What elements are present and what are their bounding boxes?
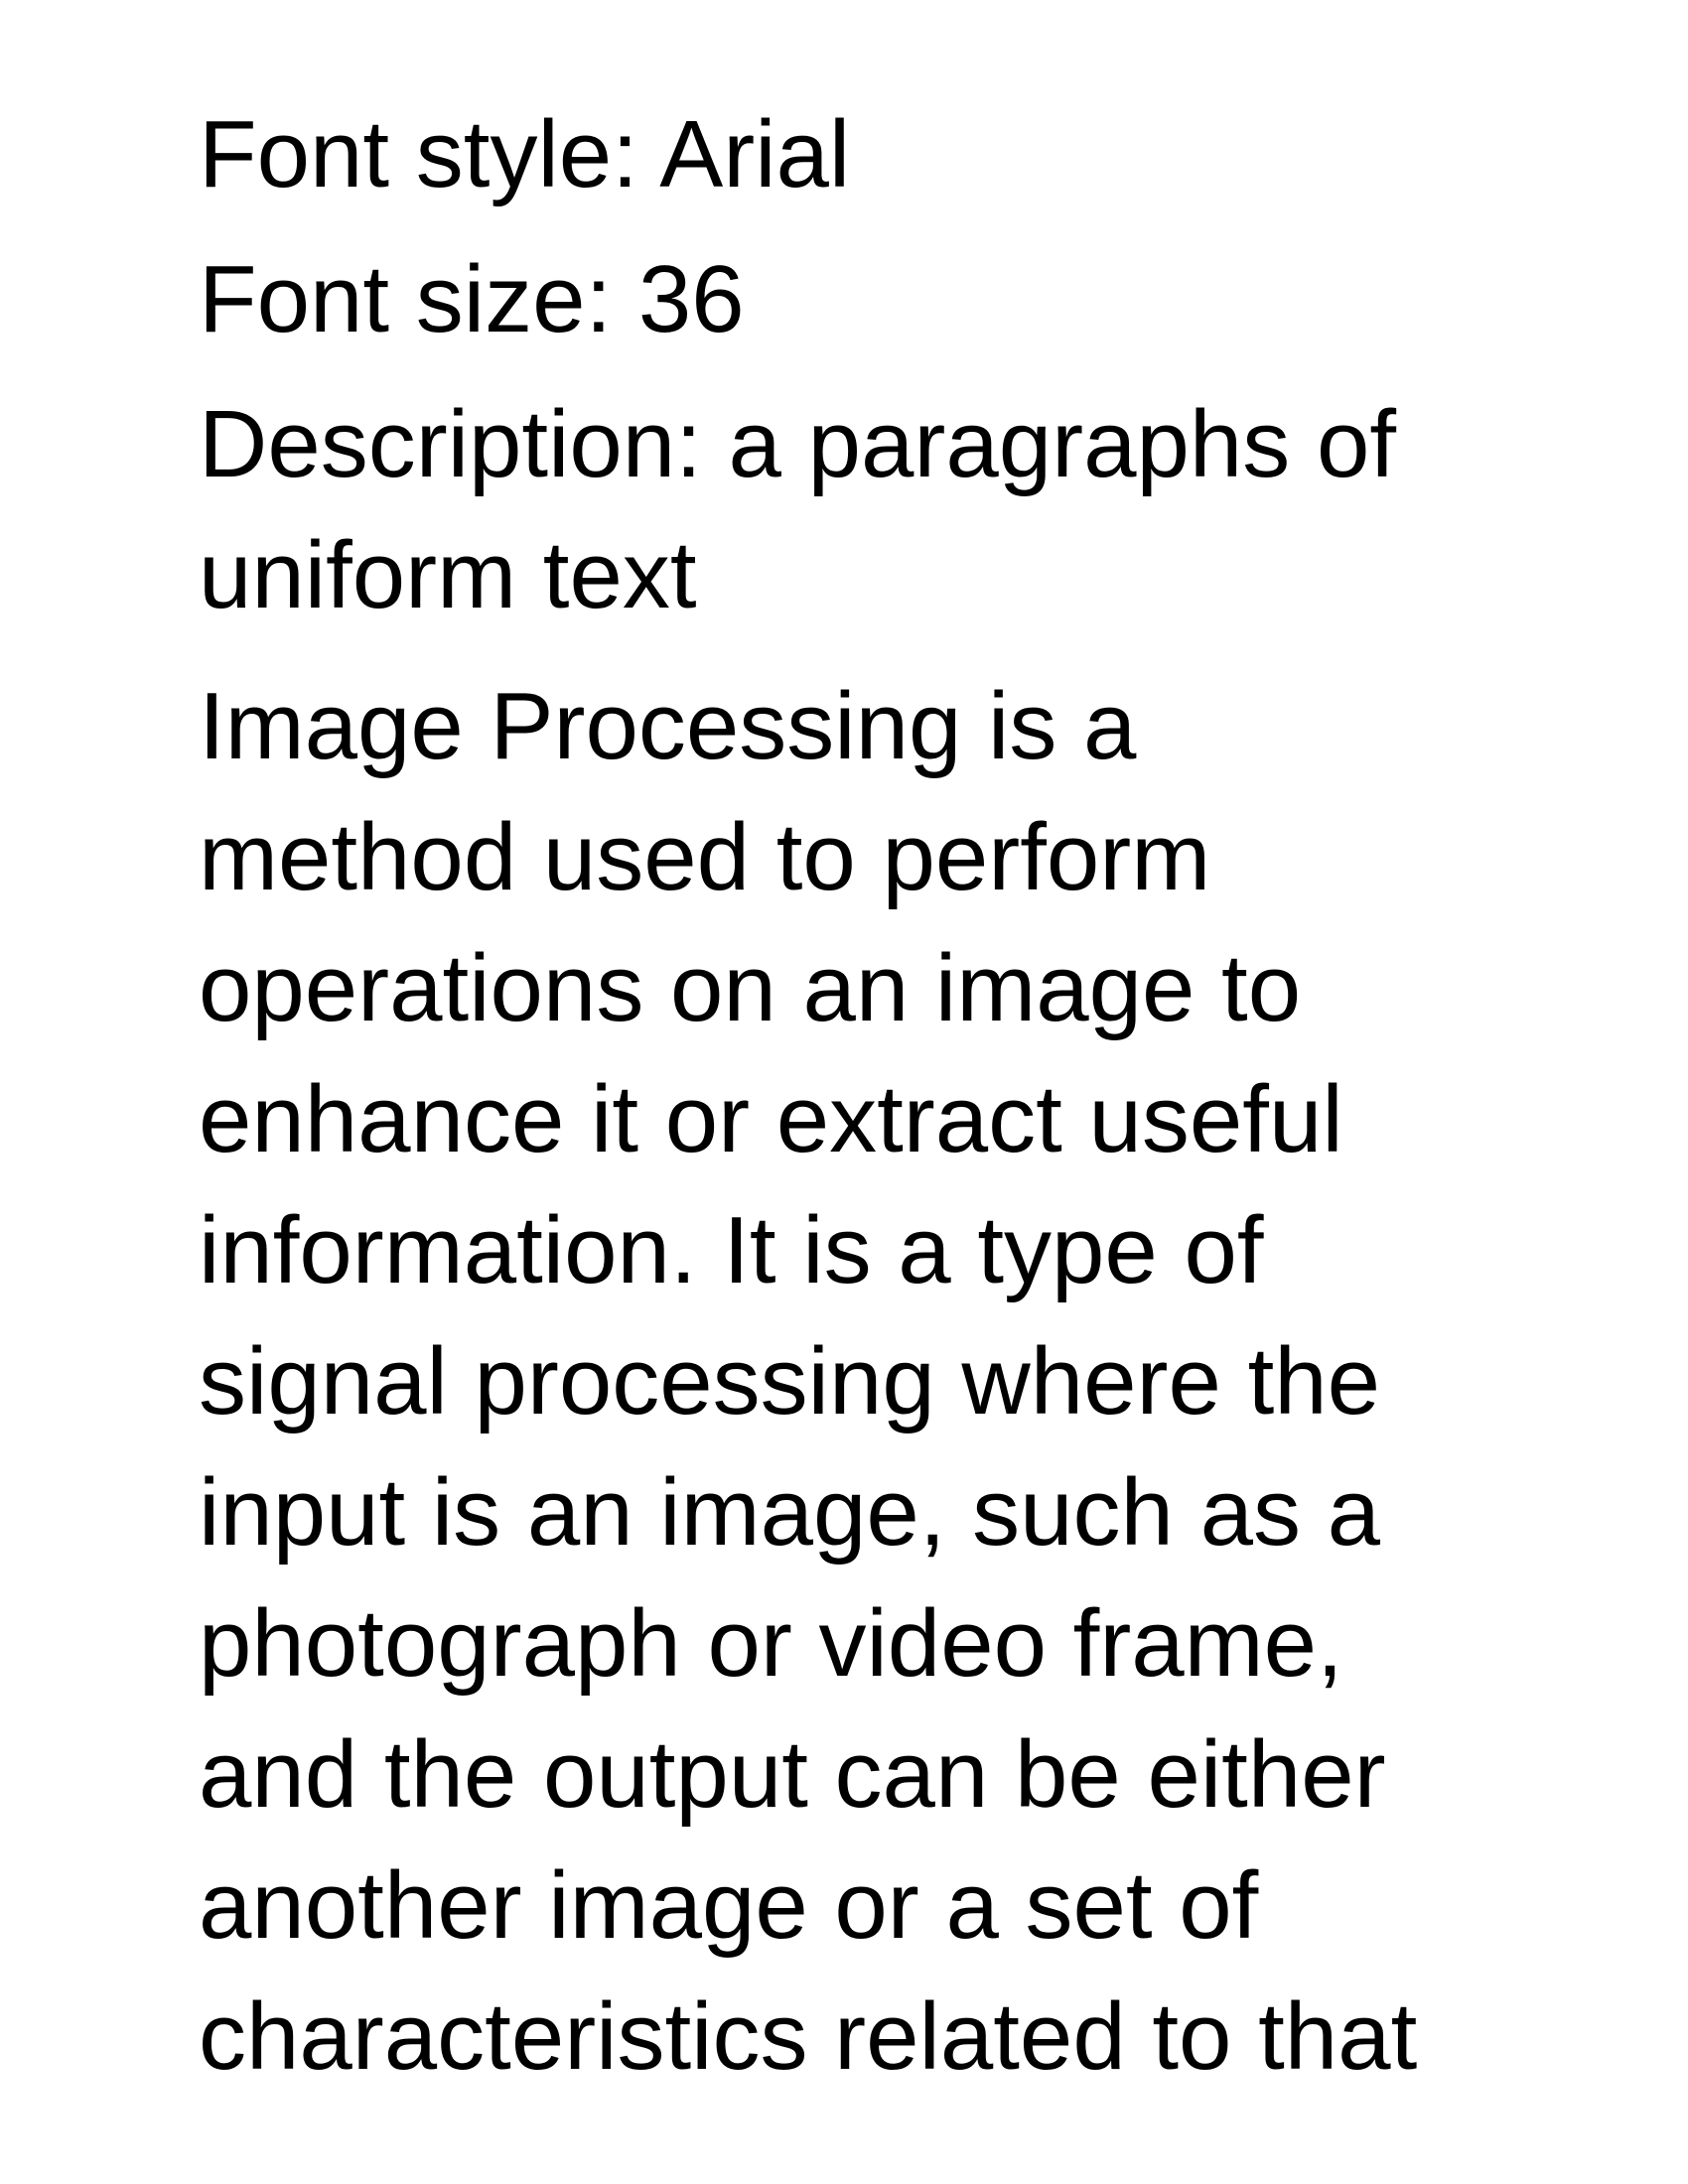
paragraph-line: photograph or video frame,: [199, 1590, 1343, 1697]
description-line-2: uniform text: [199, 522, 697, 628]
font-style-line: Font style: Arial: [199, 89, 1509, 220]
description-block: Description: a paragraphs of uniform tex…: [199, 379, 1509, 641]
paragraph-line: Image Processing is a: [199, 673, 1137, 779]
paragraph-line: signal processing where the: [199, 1328, 1381, 1434]
paragraph-line: and the output can be either: [199, 1721, 1386, 1828]
font-style-text: Font style: Arial: [199, 101, 851, 207]
body-paragraph: Image Processing is a method used to per…: [199, 661, 1509, 2103]
font-size-line: Font size: 36: [199, 234, 1509, 365]
paragraph-line: enhance it or extract useful: [199, 1066, 1343, 1172]
paragraph-line: another image or a set of: [199, 1852, 1259, 1959]
paragraph-line: method used to perform: [199, 804, 1211, 910]
paragraph-line: characteristics related to that: [199, 1983, 1418, 2090]
description-line-1: Description: a paragraphs of: [199, 391, 1396, 497]
font-size-text: Font size: 36: [199, 246, 745, 352]
document-page: Font style: Arial Font size: 36 Descript…: [199, 89, 1509, 2103]
paragraph-line: information. It is a type of: [199, 1197, 1264, 1303]
paragraph-line: operations on an image to: [199, 935, 1302, 1041]
paragraph-line: input is an image, such as a: [199, 1459, 1381, 1566]
